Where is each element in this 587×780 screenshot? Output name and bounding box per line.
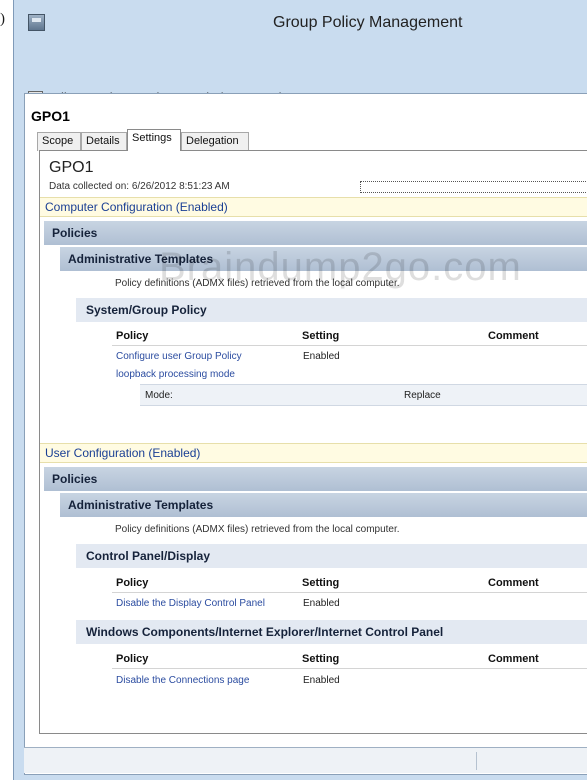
data-collected-timestamp: Data collected on: 6/26/2012 8:51:23 AM bbox=[49, 181, 230, 192]
col-policy-header: Policy bbox=[116, 330, 149, 342]
user-configuration-title: User Configuration (Enabled) bbox=[45, 446, 201, 460]
title-bar[interactable]: Group Policy Management bbox=[14, 0, 587, 44]
col-comment-header: Comment bbox=[488, 653, 539, 665]
policy-link-display-control-panel[interactable]: Disable the Display Control Panel bbox=[116, 598, 265, 609]
settings-report[interactable]: GPO1 Data collected on: 6/26/2012 8:51:2… bbox=[39, 150, 587, 734]
policy-link-loopback[interactable]: Configure user Group Policy bbox=[116, 351, 242, 362]
status-bar bbox=[24, 747, 587, 773]
col-setting-header: Setting bbox=[302, 330, 340, 342]
header-divider bbox=[112, 345, 587, 346]
col-setting-header: Setting bbox=[302, 577, 340, 589]
col-policy-header: Policy bbox=[116, 577, 149, 589]
gpmc-window: Group Policy Management File Action View… bbox=[13, 0, 587, 780]
tab-scope[interactable]: Scope bbox=[37, 132, 81, 151]
col-comment-header: Comment bbox=[488, 330, 539, 342]
report-title: GPO1 bbox=[49, 159, 94, 176]
user-admin-templates-section[interactable]: Administrative Templates bbox=[60, 493, 587, 517]
policy-link-loopback-cont[interactable]: loopback processing mode bbox=[116, 369, 235, 380]
user-admin-templates-label: Administrative Templates bbox=[68, 498, 214, 512]
user-policies-label: Policies bbox=[52, 472, 98, 486]
header-divider bbox=[112, 592, 587, 593]
mode-label: Mode: bbox=[145, 390, 173, 401]
header-divider bbox=[112, 668, 587, 669]
user-policies-section[interactable]: Policies bbox=[44, 467, 587, 491]
tab-settings[interactable]: Settings bbox=[127, 129, 181, 151]
col-policy-header: Policy bbox=[116, 653, 149, 665]
gpmc-app-icon[interactable] bbox=[28, 14, 45, 31]
connections-policy-setting-value: Enabled bbox=[303, 675, 340, 686]
user-admx-note: Policy definitions (ADMX files) retrieve… bbox=[115, 524, 400, 535]
ie-control-panel-section[interactable]: Windows Components/Internet Explorer/Int… bbox=[76, 620, 587, 644]
computer-admin-templates-label: Administrative Templates bbox=[68, 252, 214, 266]
cropped-edge-glyph: ) bbox=[0, 11, 5, 27]
control-panel-display-label: Control Panel/Display bbox=[86, 549, 211, 563]
tab-delegation[interactable]: Delegation bbox=[181, 132, 249, 151]
computer-configuration-title: Computer Configuration (Enabled) bbox=[45, 200, 228, 214]
show-all-focus-box[interactable] bbox=[360, 181, 587, 193]
display-policy-setting-value: Enabled bbox=[303, 598, 340, 609]
policy-link-connections-page[interactable]: Disable the Connections page bbox=[116, 675, 249, 686]
toolbar: ⬅ ➡ ? bbox=[14, 66, 587, 153]
col-setting-header: Setting bbox=[302, 653, 340, 665]
status-bar-separator bbox=[476, 752, 477, 770]
system-group-policy-section[interactable]: System/Group Policy bbox=[76, 298, 587, 322]
window-title: Group Policy Management bbox=[273, 14, 463, 31]
loopback-setting-value: Enabled bbox=[303, 351, 340, 362]
computer-policies-label: Policies bbox=[52, 226, 98, 240]
tab-details[interactable]: Details bbox=[81, 132, 127, 151]
menu-bar: File Action View Window Help bbox=[14, 44, 587, 105]
ie-control-panel-label: Windows Components/Internet Explorer/Int… bbox=[86, 625, 444, 639]
computer-admx-note: Policy definitions (ADMX files) retrieve… bbox=[115, 278, 400, 289]
user-configuration-header[interactable]: User Configuration (Enabled) bbox=[40, 443, 587, 463]
control-panel-display-section[interactable]: Control Panel/Display bbox=[76, 544, 587, 568]
loopback-mode-row: Mode: Replace bbox=[140, 384, 587, 406]
pane-header: GPO1 bbox=[31, 108, 70, 124]
computer-configuration-header[interactable]: Computer Configuration (Enabled) bbox=[40, 197, 587, 217]
system-group-policy-label: System/Group Policy bbox=[86, 303, 207, 317]
col-comment-header: Comment bbox=[488, 577, 539, 589]
computer-policies-section[interactable]: Policies bbox=[44, 221, 587, 245]
details-pane: GPO1 Scope Details Settings Delegation G… bbox=[24, 93, 587, 775]
computer-admin-templates-section[interactable]: Administrative Templates bbox=[60, 247, 587, 271]
mode-value: Replace bbox=[404, 390, 441, 401]
